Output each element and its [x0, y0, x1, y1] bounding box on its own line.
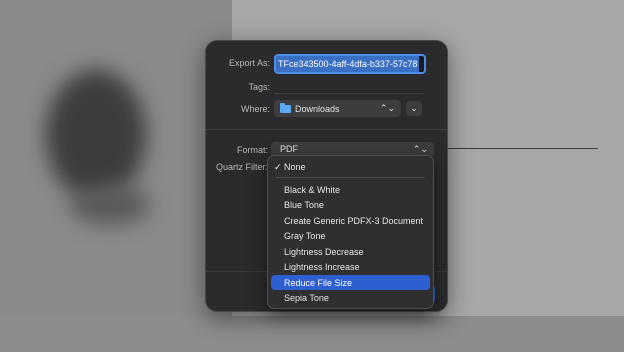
menu-item-label: Black & White	[284, 185, 341, 195]
menu-item-label: Blue Tone	[284, 200, 324, 210]
menu-item-black-white[interactable]: Black & White	[271, 182, 430, 197]
folder-icon	[280, 102, 291, 113]
menu-item-lightness-decrease[interactable]: Lightness Decrease	[271, 244, 430, 259]
updown-chevron-icon: ⌃⌄	[379, 103, 395, 113]
tags-input[interactable]	[274, 79, 424, 94]
menu-item-lightness-increase[interactable]: Lightness Increase	[271, 259, 430, 274]
export-as-value: TFce343500-4aff-4dfa-b337-57c78	[276, 56, 420, 72]
background-divider	[440, 148, 598, 149]
export-as-label: Export As:	[228, 58, 270, 68]
menu-item-label: Lightness Decrease	[284, 247, 364, 257]
background-bottom-strip	[0, 316, 624, 352]
menu-item-sepia-tone[interactable]: Sepia Tone	[271, 290, 430, 305]
menu-item-none[interactable]: ✓ None	[271, 159, 430, 174]
quartz-filter-label: Quartz Filter:	[215, 162, 268, 172]
menu-item-reduce-file-size[interactable]: Reduce File Size	[271, 275, 430, 290]
background-image-blur-2	[70, 185, 150, 225]
menu-item-label: Sepia Tone	[284, 293, 329, 303]
menu-item-blue-tone[interactable]: Blue Tone	[271, 197, 430, 212]
menu-item-label: Create Generic PDFX-3 Document	[284, 216, 424, 226]
where-label: Where:	[240, 104, 270, 114]
format-label: Format:	[236, 145, 268, 155]
menu-item-gray-tone[interactable]: Gray Tone	[271, 228, 430, 243]
where-popup[interactable]: Downloads ⌃⌄	[274, 100, 401, 117]
background-image-blur	[46, 70, 146, 200]
export-as-input[interactable]: TFce343500-4aff-4dfa-b337-57c78	[274, 54, 426, 74]
menu-item-label: Lightness Increase	[284, 262, 360, 272]
menu-separator	[276, 177, 425, 178]
where-value: Downloads	[295, 103, 340, 114]
menu-item-label: None	[284, 162, 306, 172]
chevron-down-icon: ⌄	[410, 103, 418, 113]
checkmark-icon: ✓	[274, 162, 282, 172]
menu-item-label: Gray Tone	[284, 231, 326, 241]
format-value: PDF	[280, 144, 298, 154]
quartz-filter-menu: ✓ None Black & White Blue Tone Create Ge…	[267, 155, 434, 309]
expand-button[interactable]: ⌄	[406, 101, 422, 116]
section-divider	[206, 129, 447, 130]
tags-label: Tags:	[248, 82, 270, 92]
updown-chevron-icon: ⌃⌄	[412, 144, 428, 154]
menu-item-label: Reduce File Size	[284, 278, 353, 288]
menu-item-pdfx3[interactable]: Create Generic PDFX-3 Document	[271, 213, 430, 228]
